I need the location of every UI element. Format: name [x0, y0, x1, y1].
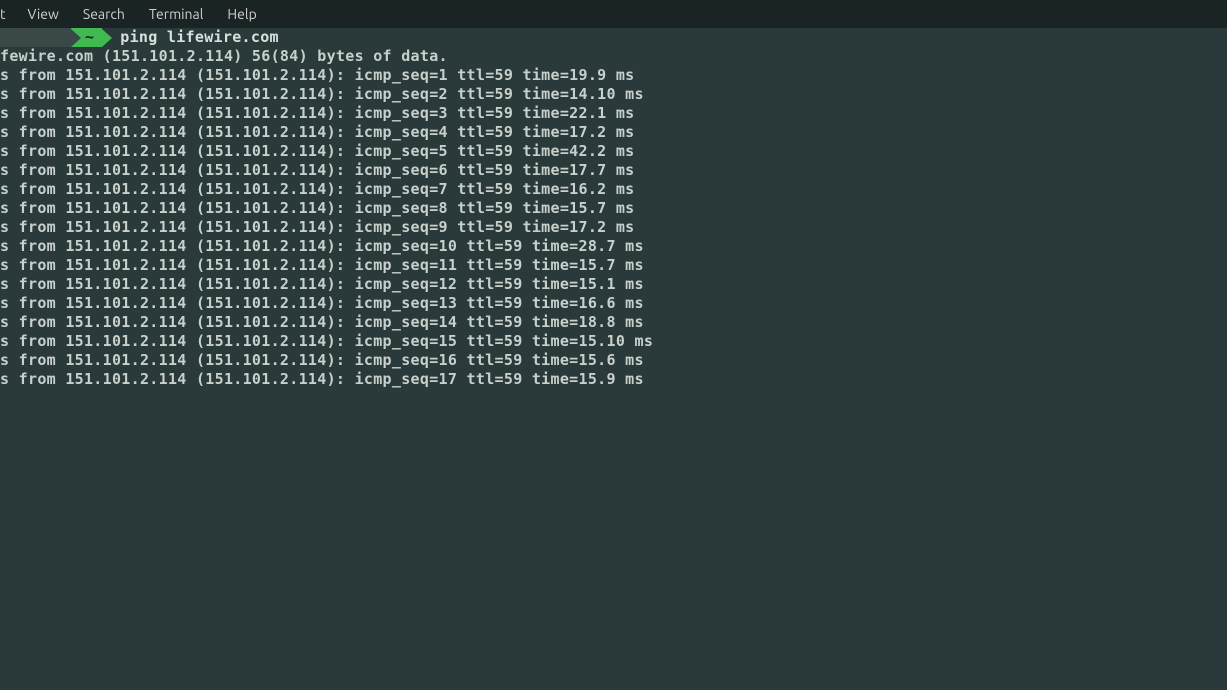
- prompt-line: ~ ping lifewire.com: [0, 28, 1227, 47]
- menu-help[interactable]: Help: [215, 0, 268, 28]
- ping-reply-line: s from 151.101.2.114 (151.101.2.114): ic…: [0, 161, 1227, 180]
- ping-reply-line: s from 151.101.2.114 (151.101.2.114): ic…: [0, 85, 1227, 104]
- menu-terminal[interactable]: Terminal: [137, 0, 216, 28]
- ping-reply-line: s from 151.101.2.114 (151.101.2.114): ic…: [0, 256, 1227, 275]
- ping-reply-line: s from 151.101.2.114 (151.101.2.114): ic…: [0, 123, 1227, 142]
- ping-reply-line: s from 151.101.2.114 (151.101.2.114): ic…: [0, 313, 1227, 332]
- ping-reply-line: s from 151.101.2.114 (151.101.2.114): ic…: [0, 218, 1227, 237]
- command-input[interactable]: ping lifewire.com: [112, 28, 279, 47]
- ping-reply-line: s from 151.101.2.114 (151.101.2.114): ic…: [0, 180, 1227, 199]
- prompt-tilde-arrow-icon: [102, 29, 112, 47]
- prompt-user-block: [0, 28, 71, 47]
- ping-header-line: fewire.com (151.101.2.114) 56(84) bytes …: [0, 47, 1227, 66]
- ping-reply-line: s from 151.101.2.114 (151.101.2.114): ic…: [0, 332, 1227, 351]
- ping-reply-line: s from 151.101.2.114 (151.101.2.114): ic…: [0, 104, 1227, 123]
- ping-reply-line: s from 151.101.2.114 (151.101.2.114): ic…: [0, 66, 1227, 85]
- ping-reply-line: s from 151.101.2.114 (151.101.2.114): ic…: [0, 294, 1227, 313]
- ping-reply-line: s from 151.101.2.114 (151.101.2.114): ic…: [0, 370, 1227, 389]
- terminal-body[interactable]: ~ ping lifewire.com fewire.com (151.101.…: [0, 28, 1227, 389]
- ping-reply-line: s from 151.101.2.114 (151.101.2.114): ic…: [0, 142, 1227, 161]
- ping-reply-line: s from 151.101.2.114 (151.101.2.114): ic…: [0, 275, 1227, 294]
- ping-reply-line: s from 151.101.2.114 (151.101.2.114): ic…: [0, 237, 1227, 256]
- ping-output: s from 151.101.2.114 (151.101.2.114): ic…: [0, 66, 1227, 389]
- menu-edit-partial[interactable]: t: [0, 0, 16, 28]
- prompt-arrow-icon: [71, 29, 81, 47]
- menu-search[interactable]: Search: [71, 0, 137, 28]
- ping-reply-line: s from 151.101.2.114 (151.101.2.114): ic…: [0, 199, 1227, 218]
- ping-reply-line: s from 151.101.2.114 (151.101.2.114): ic…: [0, 351, 1227, 370]
- menubar: t View Search Terminal Help: [0, 0, 1227, 28]
- menu-view[interactable]: View: [16, 0, 71, 28]
